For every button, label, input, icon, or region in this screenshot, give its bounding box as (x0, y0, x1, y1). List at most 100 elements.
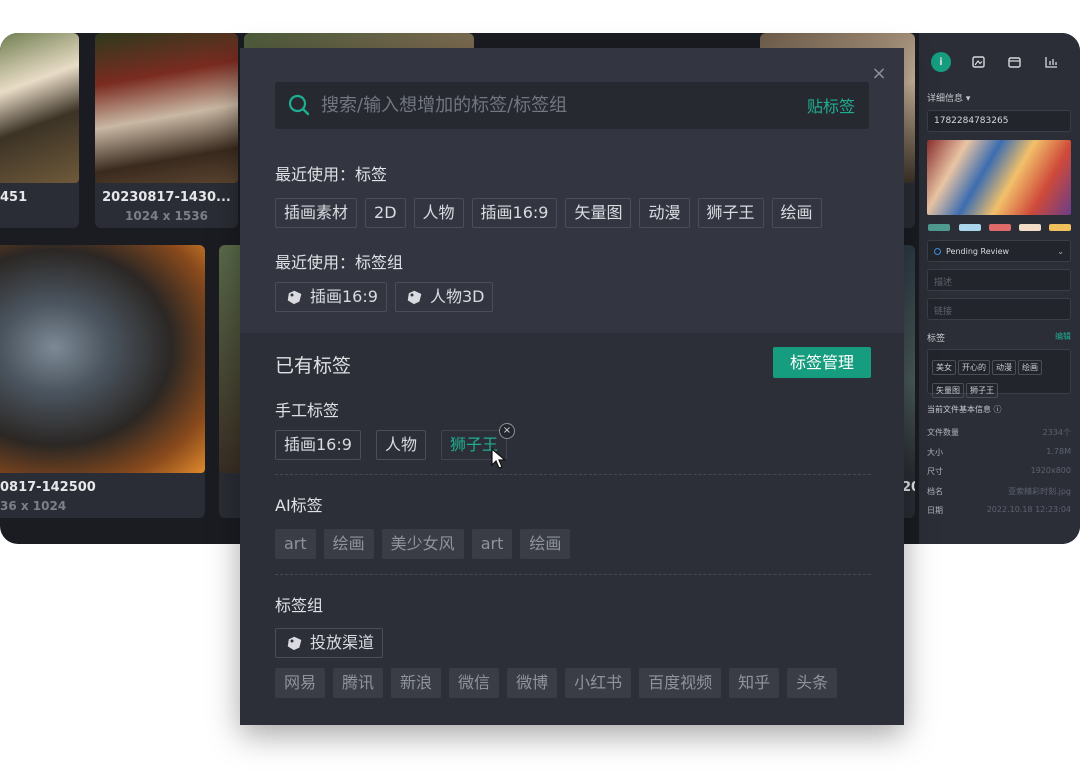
image-icon[interactable] (968, 52, 988, 72)
ai-tag-chip[interactable]: art (471, 529, 513, 559)
tag-chip[interactable]: 矢量图 (932, 383, 964, 398)
color-swatch[interactable] (959, 224, 981, 231)
description-field[interactable]: 描述 (927, 269, 1071, 291)
gallery-card[interactable]: 451 (0, 33, 79, 228)
group-member-chip[interactable]: 腾讯 (333, 668, 384, 698)
recent-tag-chip[interactable]: 矢量图 (565, 198, 632, 228)
tag-chip[interactable]: 绘画 (1018, 360, 1042, 375)
tags-edit-link[interactable]: 编辑 (1055, 331, 1071, 342)
recent-tag-chip[interactable]: 2D (365, 198, 406, 228)
tags-box: 美女 开心的 动漫 绘画矢量图 狮子王 (927, 349, 1071, 398)
preview-image (927, 140, 1071, 215)
recent-group-chip[interactable]: 人物3D (394, 282, 494, 312)
recent-tag-chip[interactable]: 插画16:9 (471, 198, 558, 228)
recent-tags-label: 最近使用：标签 (275, 165, 388, 184)
recent-groups-row: 插画16:9 人物3D (275, 282, 494, 312)
tag-group-chip[interactable]: 投放渠道 (275, 628, 384, 658)
card-title: 20230817-1430... (102, 190, 231, 205)
ai-tag-chip[interactable]: 绘画 (323, 529, 374, 559)
manual-tag-chip[interactable]: 插画16:9 (275, 430, 361, 460)
tag-search-input[interactable] (321, 82, 781, 129)
tag-chip[interactable]: 开心的 (958, 360, 990, 375)
apply-tag-button[interactable]: 贴标签 (807, 93, 855, 117)
file-info-title: 当前文件基本信息 ⓘ (927, 405, 1002, 414)
color-swatch[interactable] (989, 224, 1011, 231)
recent-tag-chip[interactable]: 人物 (413, 198, 464, 228)
tag-group-row: 投放渠道 (275, 628, 384, 658)
detail-panel: i 详细信息 ▾ 1782284783265 Pending Review ⌄ (919, 33, 1080, 544)
manual-tags-row: 插画16:9 人物 狮子王 × (275, 423, 515, 460)
close-icon[interactable]: × (870, 65, 888, 83)
card-thumbnail (0, 33, 79, 183)
gallery-card[interactable]: 0817-142500 36 x 1024 (0, 245, 205, 518)
tag-groups-label: 标签组 (275, 596, 324, 615)
group-member-chip[interactable]: 百度视频 (639, 668, 722, 698)
section-divider (275, 574, 871, 575)
tag-modal: × 贴标签 最近使用：标签 插画素材 2D 人物 插画16:9 矢量图 动漫 狮… (240, 48, 904, 725)
card-size: 1024 x 1536 (125, 209, 208, 223)
recent-tag-chip[interactable]: 插画素材 (275, 198, 358, 228)
card-thumbnail (95, 33, 238, 183)
status-label: Pending Review (946, 246, 1010, 256)
ai-tags-label: AI标签 (275, 496, 323, 515)
chevron-down-icon: ⌄ (1057, 246, 1064, 256)
mouse-cursor-icon (491, 448, 507, 469)
link-field[interactable]: 链接 (927, 298, 1071, 320)
card-size: 36 x 1024 (0, 499, 67, 513)
search-icon (288, 94, 310, 116)
group-label: 插画16:9 (310, 287, 378, 306)
detail-section-title[interactable]: 详细信息 ▾ (927, 91, 970, 104)
recent-tag-chip[interactable]: 绘画 (771, 198, 822, 228)
file-info-key: 尺寸 (927, 467, 943, 476)
card-title: 451 (0, 190, 28, 205)
folder-icon[interactable] (1004, 52, 1024, 72)
tag-group-icon (287, 290, 302, 305)
section-divider (275, 474, 871, 475)
tag-search-bar: 贴标签 (275, 82, 869, 129)
file-info-value: 2022.10.18 12:23:04 (986, 505, 1071, 514)
file-info-key: 大小 (927, 448, 943, 457)
tag-group-icon (287, 636, 302, 651)
tag-manage-button[interactable]: 标签管理 (773, 347, 871, 378)
existing-tags-title: 已有标签 (275, 355, 352, 377)
ai-tags-row: art 绘画 美少女风 art 绘画 (275, 529, 571, 559)
group-label: 人物3D (429, 287, 485, 306)
card-thumbnail (0, 245, 205, 473)
group-member-chip[interactable]: 头条 (787, 668, 838, 698)
file-info-value: 1.78M (1046, 447, 1071, 456)
color-swatch[interactable] (928, 224, 950, 231)
color-swatch[interactable] (1019, 224, 1041, 231)
ai-tag-chip[interactable]: 美少女风 (381, 529, 464, 559)
manual-tag-chip[interactable]: 人物 (375, 430, 426, 460)
file-info-value: 亚索精彩时刻.jpg (1008, 487, 1071, 496)
group-member-chip[interactable]: 微博 (507, 668, 558, 698)
status-dot-icon (934, 247, 941, 255)
color-swatch[interactable] (1049, 224, 1071, 231)
file-info-value: 2334个 (1042, 428, 1071, 437)
tag-group-members-row: 网易 腾讯 新浪 微信 微博 小红书 百度视频 知乎 头条 (275, 668, 838, 698)
group-member-chip[interactable]: 新浪 (391, 668, 442, 698)
recent-tag-chip[interactable]: 狮子王 (697, 198, 764, 228)
ai-tag-chip[interactable]: 绘画 (520, 529, 571, 559)
group-member-chip[interactable]: 知乎 (729, 668, 780, 698)
recent-tag-chip[interactable]: 动漫 (639, 198, 690, 228)
info-icon[interactable]: i (931, 52, 951, 72)
remove-tag-icon[interactable]: × (498, 423, 515, 439)
recent-group-chip[interactable]: 插画16:9 (275, 282, 387, 312)
group-member-chip[interactable]: 小红书 (565, 668, 632, 698)
file-info-key: 日期 (927, 506, 943, 515)
manual-tags-label: 手工标签 (275, 401, 340, 420)
tag-chip[interactable]: 狮子王 (966, 383, 998, 398)
group-member-chip[interactable]: 微信 (449, 668, 500, 698)
chart-icon[interactable] (1041, 52, 1061, 72)
tag-chip[interactable]: 动漫 (992, 360, 1016, 375)
status-select[interactable]: Pending Review ⌄ (927, 240, 1071, 262)
card-title: 0817-142500 (0, 480, 96, 495)
group-member-chip[interactable]: 网易 (275, 668, 326, 698)
stage: 451 20230817-1430... 1024 x 1536 0817-14… (0, 0, 1080, 773)
ai-tag-chip[interactable]: art (275, 529, 316, 559)
tag-chip[interactable]: 美女 (932, 360, 956, 375)
gallery-card[interactable]: 20230817-1430... 1024 x 1536 (95, 33, 238, 228)
file-info-value: 1920x800 (1030, 466, 1071, 475)
file-id-field[interactable]: 1782284783265 (927, 110, 1071, 132)
